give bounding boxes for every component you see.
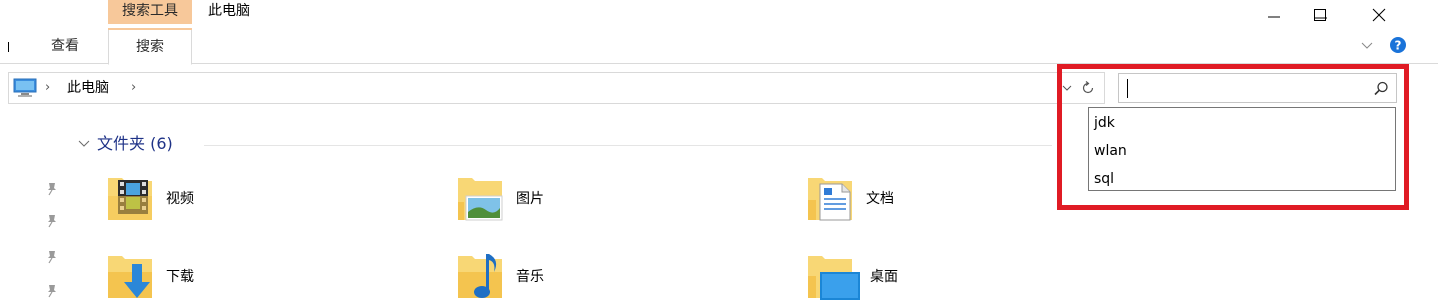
computer-icon (13, 78, 37, 98)
folder-label: 视频 (166, 191, 194, 207)
title-bar: 搜索工具 此电脑 (0, 0, 1438, 28)
folder-label: 桌面 (870, 269, 898, 285)
folder-documents[interactable]: 文档 (806, 174, 1106, 224)
minimize-glyph-icon (1268, 16, 1280, 18)
address-bar[interactable]: › 此电脑 › (8, 72, 1105, 104)
minimize-btn[interactable] (1251, 0, 1297, 30)
pin-icon[interactable] (46, 250, 58, 264)
search-tab-accent (108, 28, 192, 30)
folder-pictures[interactable]: 图片 (456, 174, 756, 224)
chevron-down-icon (1361, 42, 1373, 49)
music-folder-icon (456, 252, 504, 302)
close-btn[interactable] (1356, 0, 1402, 30)
folder-videos[interactable]: 视频 (106, 174, 406, 224)
group-divider (204, 145, 1052, 146)
pin-icon[interactable] (46, 214, 58, 228)
documents-folder-icon (806, 174, 854, 224)
video-folder-icon (106, 174, 154, 224)
folder-label: 下载 (166, 269, 194, 285)
close-icon (1372, 8, 1386, 22)
desktop-folder-icon (806, 252, 860, 302)
breadcrumb-chevron-icon[interactable]: › (45, 73, 50, 103)
group-header-folders[interactable]: 文件夹 (6) (97, 132, 173, 156)
folder-desktop[interactable]: 桌面 (806, 252, 1106, 302)
maximize-btn[interactable] (1297, 0, 1343, 30)
folder-label: 音乐 (516, 269, 544, 285)
maximize-icon (1314, 9, 1326, 21)
pictures-folder-icon (456, 174, 504, 224)
highlight-box (1057, 64, 1409, 210)
group-collapse-button[interactable] (78, 138, 90, 150)
ribbon-tab-strip: 查看 搜索 ? (0, 28, 1438, 65)
breadcrumb-this-pc[interactable]: 此电脑 (67, 73, 109, 103)
pin-icon[interactable] (46, 284, 58, 298)
svg-text:?: ? (1395, 39, 1402, 53)
tab-search[interactable]: 搜索 (108, 28, 192, 65)
pin-icon[interactable] (46, 182, 58, 196)
question-icon: ? (1390, 37, 1406, 53)
breadcrumb-chevron-end-icon[interactable]: › (131, 73, 136, 103)
search-tools-context-tab: 搜索工具 (108, 0, 192, 24)
window-title: 此电脑 (208, 3, 250, 19)
chevron-down-icon (78, 140, 90, 147)
quick-access-divider (8, 42, 10, 52)
help-button[interactable]: ? (1389, 36, 1407, 54)
folder-downloads[interactable]: 下载 (106, 252, 406, 302)
folder-music[interactable]: 音乐 (456, 252, 756, 302)
downloads-folder-icon (106, 252, 154, 302)
tab-view[interactable]: 查看 (40, 32, 90, 64)
folder-label: 图片 (516, 191, 544, 207)
ribbon-collapse-button[interactable] (1360, 38, 1374, 52)
folder-label: 文档 (866, 191, 894, 207)
